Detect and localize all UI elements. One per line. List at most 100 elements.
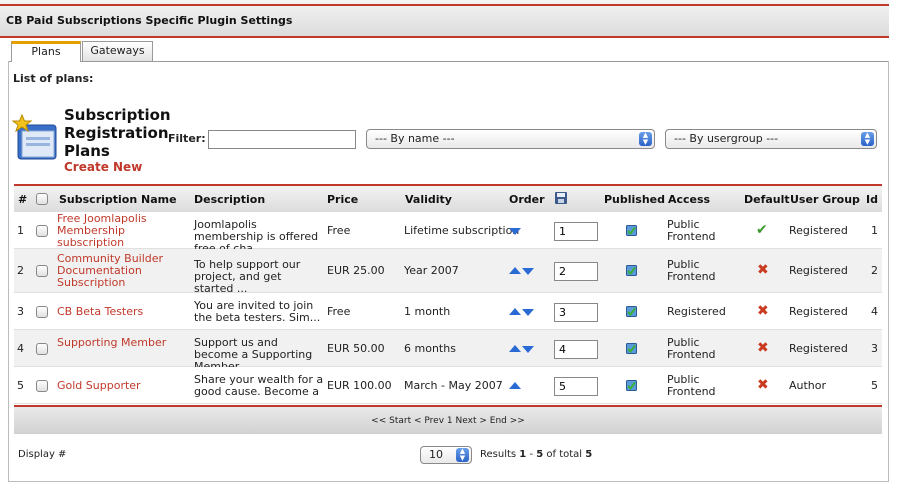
plan-description: To help support our project, and get sta…	[194, 258, 301, 295]
page-title: CB Paid Subscriptions Specific Plugin Se…	[6, 14, 293, 27]
tab-plans[interactable]: Plans	[11, 41, 81, 62]
plan-name-link[interactable]: CB Beta Testers	[57, 306, 185, 318]
default-no-icon[interactable]: ✖	[757, 303, 769, 319]
col-access: Access	[668, 193, 711, 206]
col-validity: Validity	[405, 193, 452, 206]
create-new-link[interactable]: Create New	[64, 160, 142, 174]
plan-usergroup: Registered	[789, 305, 848, 318]
plan-id: 5	[871, 379, 878, 392]
default-no-icon[interactable]: ✖	[757, 262, 769, 278]
order-input[interactable]	[554, 377, 598, 396]
plan-access: Registered	[667, 305, 726, 318]
row-checkbox[interactable]	[36, 265, 48, 277]
results-total: 5	[585, 449, 593, 460]
plan-validity: March - May 2007	[404, 379, 503, 392]
published-icon[interactable]	[626, 343, 637, 354]
col-order[interactable]: Order	[509, 193, 545, 206]
plan-access: Public Frontend	[667, 258, 716, 283]
select-updown-icon: ▲ ▼	[456, 448, 469, 462]
order-input[interactable]	[554, 262, 598, 281]
pager-next-link[interactable]: Next >	[456, 416, 487, 426]
row-number: 2	[17, 264, 24, 277]
plan-access: Public Frontend	[667, 336, 716, 361]
settings-title-bar: CB Paid Subscriptions Specific Plugin Se…	[0, 0, 889, 38]
plan-price: EUR 50.00	[327, 342, 385, 355]
results-summary: Results 1 - 5 of total 5	[480, 449, 592, 460]
published-icon[interactable]	[626, 265, 637, 276]
table-row: 5 Gold Supporter Share your wealth for a g…	[14, 367, 882, 410]
order-down-icon[interactable]	[522, 346, 534, 353]
order-up-icon[interactable]	[509, 308, 521, 315]
results-to: 5	[536, 449, 544, 460]
pager-end-link[interactable]: End >>	[490, 416, 525, 426]
pager-start-link[interactable]: << Start	[371, 416, 411, 426]
col-id: Id	[866, 193, 878, 206]
order-up-icon[interactable]	[509, 267, 521, 274]
filter-input[interactable]	[208, 130, 356, 149]
plan-validity: 6 months	[404, 342, 456, 355]
published-icon[interactable]	[626, 306, 637, 317]
plan-name-link[interactable]: Supporting Member	[57, 337, 185, 349]
order-down-icon[interactable]	[522, 268, 534, 275]
order-up-icon[interactable]	[509, 382, 521, 389]
pager-prev-link[interactable]: < Prev	[414, 416, 444, 426]
plan-validity: Lifetime subscription	[404, 224, 520, 237]
table-row: 2 Community Builder Documentation Subscri…	[14, 249, 882, 295]
order-up-icon[interactable]	[509, 345, 521, 352]
col-name[interactable]: Subscription Name	[59, 193, 177, 206]
results-of: of total	[546, 449, 583, 460]
published-icon[interactable]	[626, 380, 637, 391]
row-number: 1	[17, 224, 24, 237]
usergroup-select-value: --- By usergroup ---	[674, 132, 779, 145]
col-num: #	[18, 193, 28, 206]
published-icon[interactable]	[626, 225, 637, 236]
plan-usergroup: Registered	[789, 342, 848, 355]
plans-folder-icon	[12, 113, 57, 160]
col-default: Default	[744, 193, 790, 206]
usergroup-select[interactable]: --- By usergroup --- ▲ ▼	[665, 129, 877, 149]
plan-name-link[interactable]: Community Builder Documentation Subscrip…	[57, 253, 185, 289]
row-checkbox[interactable]	[36, 343, 48, 355]
plan-id: 3	[871, 342, 878, 355]
sort-by-select-value: --- By name ---	[375, 132, 455, 145]
display-count-label: Display #	[18, 449, 67, 460]
plan-id: 2	[871, 264, 878, 277]
row-number: 5	[17, 379, 24, 392]
row-checkbox[interactable]	[36, 380, 48, 392]
col-description: Description	[194, 193, 266, 206]
order-input[interactable]	[554, 222, 598, 241]
save-order-icon[interactable]	[554, 191, 568, 205]
plan-id: 1	[871, 224, 878, 237]
default-yes-icon[interactable]: ✔	[756, 222, 768, 238]
select-updown-icon: ▲ ▼	[639, 132, 652, 146]
order-down-icon[interactable]	[509, 228, 521, 235]
row-checkbox[interactable]	[36, 225, 48, 237]
order-input[interactable]	[554, 303, 598, 322]
title-accent-line	[0, 4, 889, 6]
display-count-select[interactable]: 10 ▲ ▼	[420, 446, 472, 464]
plans-heading: Subscription Registration Plans	[64, 106, 171, 160]
plan-usergroup: Registered	[789, 264, 848, 277]
col-published: Published	[604, 193, 666, 206]
plan-name-link[interactable]: Gold Supporter	[57, 380, 185, 392]
row-checkbox[interactable]	[36, 306, 48, 318]
default-no-icon[interactable]: ✖	[757, 377, 769, 393]
select-all-checkbox[interactable]	[36, 193, 48, 205]
row-number: 3	[17, 305, 24, 318]
table-row: 3 CB Beta Testers You are invited to join …	[14, 293, 882, 330]
pagination-bar: << Start < Prev 1 Next > End >>	[14, 405, 882, 434]
sort-by-select[interactable]: --- By name --- ▲ ▼	[366, 129, 655, 149]
plan-price: Free	[327, 224, 351, 237]
tab-gateways[interactable]: Gateways	[82, 41, 153, 61]
col-price: Price	[327, 193, 359, 206]
col-usergroup: User Group	[790, 193, 860, 206]
results-from: 1	[519, 449, 527, 460]
default-no-icon[interactable]: ✖	[757, 340, 769, 356]
order-down-icon[interactable]	[522, 309, 534, 316]
plan-price: EUR 25.00	[327, 264, 385, 277]
plan-access: Public Frontend	[667, 373, 716, 398]
order-input[interactable]	[554, 340, 598, 359]
plan-name-link[interactable]: Free Joomlapolis Membership subscription	[57, 213, 185, 249]
plans-heading-line1: Subscription	[64, 106, 171, 124]
list-of-plans-label: List of plans:	[13, 72, 94, 85]
